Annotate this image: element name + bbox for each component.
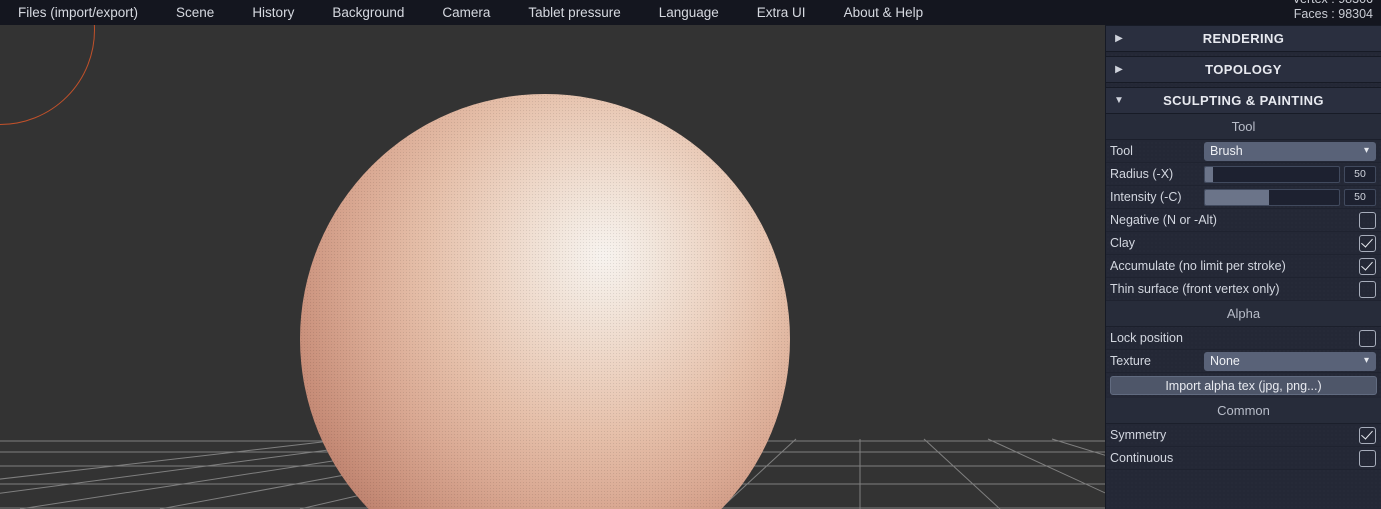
row-negative: Negative (N or -Alt) — [1106, 209, 1381, 232]
menu-item-about-help[interactable]: About & Help — [844, 0, 924, 25]
radius-slider-fill — [1205, 166, 1214, 182]
radius-slider-group: 50 — [1204, 165, 1376, 183]
sphere-surface-grain — [300, 94, 790, 509]
label-continuous: Continuous — [1110, 451, 1174, 465]
menu-item-tablet-pressure[interactable]: Tablet pressure — [528, 0, 620, 25]
thin-surface-checkbox[interactable] — [1359, 280, 1376, 298]
menu-item-background[interactable]: Background — [332, 0, 404, 25]
menu-item-language[interactable]: Language — [659, 0, 719, 25]
row-intensity: Intensity (-C) 50 — [1106, 186, 1381, 209]
accordion-rendering[interactable]: ▶ RENDERING — [1106, 25, 1381, 52]
faces-count: Faces : 98304 — [1293, 7, 1373, 21]
intensity-slider[interactable] — [1204, 188, 1340, 206]
lock-position-checkbox[interactable] — [1359, 329, 1376, 347]
clay-checkbox[interactable] — [1359, 234, 1376, 252]
menu-item-list: Files (import/export) Scene History Back… — [0, 0, 1381, 25]
label-negative: Negative (N or -Alt) — [1110, 213, 1217, 227]
section-heading-tool: Tool — [1106, 114, 1381, 140]
accordion-topology-title: TOPOLOGY — [1205, 62, 1282, 77]
label-symmetry: Symmetry — [1110, 428, 1167, 442]
intensity-slider-group: 50 — [1204, 188, 1376, 206]
section-heading-alpha: Alpha — [1106, 301, 1381, 327]
chevron-right-icon: ▶ — [1115, 63, 1123, 75]
accordion-topology[interactable]: ▶ TOPOLOGY — [1106, 56, 1381, 83]
chevron-right-icon: ▶ — [1115, 32, 1123, 44]
row-lock-position: Lock position — [1106, 327, 1381, 350]
application-window: Files (import/export) Scene History Back… — [0, 0, 1381, 509]
menu-item-scene[interactable]: Scene — [176, 0, 214, 25]
texture-select-value: None — [1210, 354, 1240, 368]
radius-slider[interactable] — [1204, 165, 1340, 183]
row-symmetry: Symmetry — [1106, 424, 1381, 447]
brush-cursor-circle — [0, 25, 95, 125]
menu-item-history[interactable]: History — [252, 0, 294, 25]
properties-panel: ▶ RENDERING ▶ TOPOLOGY ▼ SCULPTING & PAI… — [1105, 25, 1381, 509]
continuous-checkbox[interactable] — [1359, 449, 1376, 467]
vertex-count: Vertex : 98306 — [1292, 0, 1373, 7]
import-alpha-texture-button[interactable]: Import alpha tex (jpg, png...) — [1110, 376, 1377, 395]
label-intensity: Intensity (-C) — [1110, 190, 1182, 204]
menu-bar: Files (import/export) Scene History Back… — [0, 0, 1381, 25]
row-continuous: Continuous — [1106, 447, 1381, 470]
chevron-down-icon: ▾ — [1363, 354, 1369, 366]
menu-item-files[interactable]: Files (import/export) — [18, 0, 138, 25]
accordion-sculpting-painting[interactable]: ▼ SCULPTING & PAINTING — [1106, 87, 1381, 114]
intensity-slider-fill — [1205, 189, 1270, 205]
radius-value-field[interactable]: 50 — [1344, 165, 1376, 183]
chevron-down-icon: ▼ — [1114, 94, 1124, 106]
row-tool: Tool Brush ▾ — [1106, 140, 1381, 163]
tool-select-value: Brush — [1210, 144, 1243, 158]
menu-item-extra-ui[interactable]: Extra UI — [757, 0, 806, 25]
accordion-rendering-title: RENDERING — [1202, 31, 1285, 46]
label-texture: Texture — [1110, 354, 1151, 368]
section-heading-common: Common — [1106, 398, 1381, 424]
texture-select[interactable]: None ▾ — [1204, 351, 1376, 371]
intensity-value-field[interactable]: 50 — [1344, 188, 1376, 206]
chevron-down-icon: ▾ — [1363, 144, 1369, 156]
accumulate-checkbox[interactable] — [1359, 257, 1376, 275]
label-accumulate: Accumulate (no limit per stroke) — [1110, 259, 1286, 273]
mesh-statistics: Vertex : 98306 Faces : 98304 — [1292, 0, 1373, 22]
menu-item-camera[interactable]: Camera — [442, 0, 490, 25]
label-thin-surface: Thin surface (front vertex only) — [1110, 282, 1280, 296]
label-tool: Tool — [1110, 144, 1133, 158]
negative-checkbox[interactable] — [1359, 211, 1376, 229]
tool-select[interactable]: Brush ▾ — [1204, 141, 1376, 161]
accordion-sculpting-painting-title: SCULPTING & PAINTING — [1163, 93, 1324, 108]
label-radius: Radius (-X) — [1110, 167, 1174, 181]
sculpt-sphere-mesh[interactable] — [300, 94, 790, 509]
row-thin-surface: Thin surface (front vertex only) — [1106, 278, 1381, 301]
label-clay: Clay — [1110, 236, 1136, 250]
label-lock-position: Lock position — [1110, 331, 1183, 345]
viewport-3d[interactable] — [0, 25, 1105, 509]
row-texture: Texture None ▾ — [1106, 350, 1381, 373]
row-radius: Radius (-X) 50 — [1106, 163, 1381, 186]
row-accumulate: Accumulate (no limit per stroke) — [1106, 255, 1381, 278]
row-clay: Clay — [1106, 232, 1381, 255]
symmetry-checkbox[interactable] — [1359, 426, 1376, 444]
